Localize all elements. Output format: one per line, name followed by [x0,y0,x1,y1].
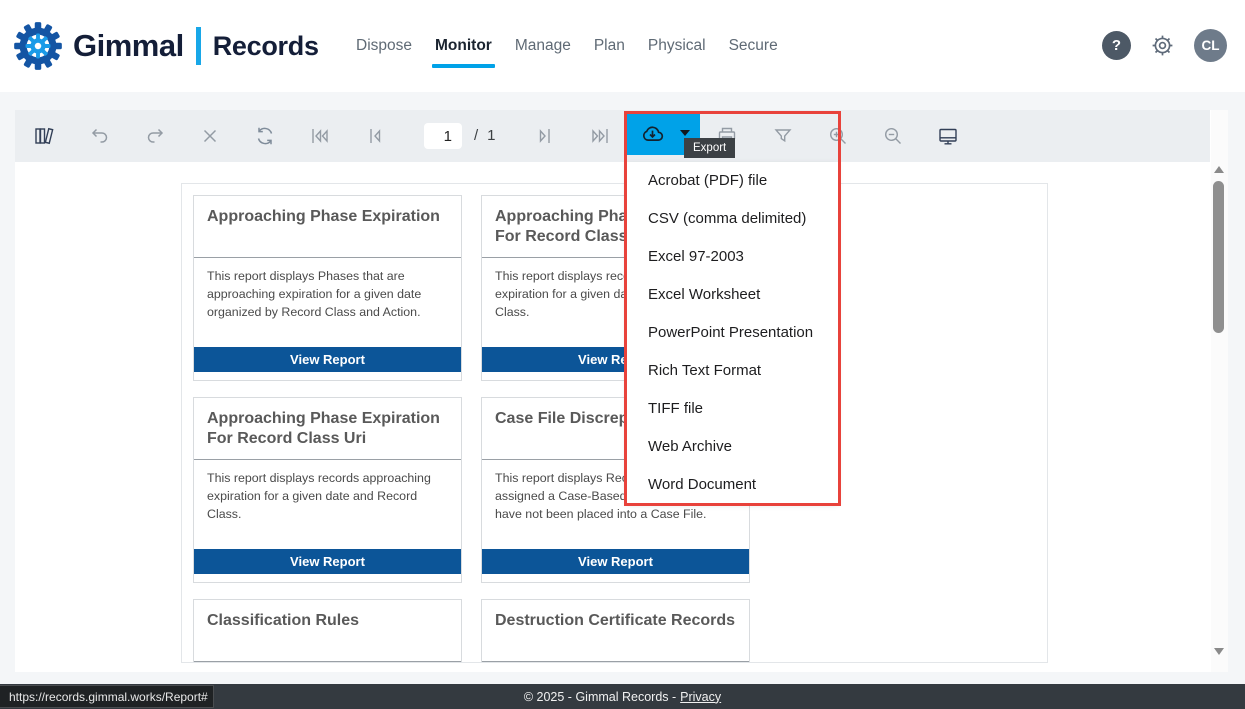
nav-item[interactable]: Monitor [434,33,493,59]
report-card: Classification Rules View the rules whic… [193,599,462,663]
brand-product: Records [213,31,319,62]
page-number-input[interactable] [424,123,462,149]
report-toolbar [15,110,1210,162]
refresh-icon[interactable] [253,124,277,148]
user-avatar[interactable]: CL [1194,29,1227,62]
report-card-title: Classification Rules [194,600,461,662]
export-menu: Acrobat (PDF) file CSV (comma delimited)… [626,162,838,503]
report-card: Destruction Certificate Records This rep… [481,599,750,663]
report-card-description: View the rules which classify records in… [194,662,461,663]
export-menu-item[interactable]: Excel 97-2003 [626,238,838,276]
report-card: Approaching Phase Expiration For Record … [193,397,462,583]
report-card-title: Approaching Phase Expiration For Record … [194,398,461,460]
export-menu-item[interactable]: Acrobat (PDF) file [626,162,838,200]
print-layout-icon[interactable] [936,124,960,148]
export-menu-item[interactable]: Excel Worksheet [626,276,838,314]
active-tab-underline [432,64,495,68]
undo-icon[interactable] [88,124,112,148]
view-report-button[interactable]: View Report [194,549,461,574]
status-bar-url: https://records.gimmal.works/Report# [0,685,214,708]
previous-page-icon[interactable] [363,124,387,148]
settings-gear-icon[interactable] [1149,32,1176,59]
report-card-grid: Approaching Phase Expiration This report… [181,183,1048,663]
zoom-out-icon[interactable] [881,124,905,148]
report-card-description: This report displays records approaching… [194,460,461,549]
export-menu-item[interactable]: PowerPoint Presentation [626,314,838,352]
report-card-title: Approaching Phase Expiration [194,196,461,258]
first-page-icon[interactable] [308,124,332,148]
brand-name: Gimmal [73,28,184,64]
export-menu-item[interactable]: TIFF file [626,389,838,427]
report-card-title: Destruction Certificate Records [482,600,749,662]
next-page-icon[interactable] [533,124,557,148]
brand-separator [196,27,201,65]
nav-item[interactable]: Dispose [355,33,413,59]
scroll-up-arrow-icon[interactable] [1214,166,1224,173]
filter-icon[interactable] [771,124,795,148]
help-icon[interactable]: ? [1102,31,1131,60]
nav-item[interactable]: Manage [514,33,572,59]
nav-item[interactable]: Plan [593,33,626,59]
page-total-label: /1 [474,123,496,149]
scroll-down-arrow-icon[interactable] [1214,648,1224,655]
privacy-link[interactable]: Privacy [680,690,721,704]
export-menu-item[interactable]: Web Archive [626,427,838,465]
cancel-icon[interactable] [198,124,222,148]
copyright-text: © 2025 - Gimmal Records - [524,690,676,704]
export-menu-item[interactable]: Rich Text Format [626,351,838,389]
export-menu-item[interactable]: Word Document [626,465,838,503]
cloud-download-icon [639,121,666,148]
report-card-description: This report shows Archived Records for a… [482,662,749,663]
report-card: Approaching Phase Expiration This report… [193,195,462,381]
app-header: Gimmal Records Dispose Monitor Manage Pl… [0,0,1245,92]
report-card-description: This report displays Phases that are app… [194,258,461,347]
brand: Gimmal Records [12,0,319,92]
nav-item[interactable]: Physical [647,33,707,59]
last-page-icon[interactable] [588,124,612,148]
nav-item[interactable]: Secure [728,33,779,59]
scrollbar-thumb[interactable] [1213,181,1224,333]
zoom-in-icon[interactable] [826,124,850,148]
main-nav: Dispose Monitor Manage Plan Physical [355,0,779,92]
view-report-button[interactable]: View Report [194,347,461,372]
gimmal-logo-gear-icon [12,20,64,72]
redo-icon[interactable] [143,124,167,148]
export-tooltip: Export [684,138,735,158]
document-map-icon[interactable] [32,124,56,148]
view-report-button[interactable]: View Report [482,549,749,574]
export-caret-icon [680,130,690,136]
export-menu-item[interactable]: CSV (comma delimited) [626,200,838,238]
